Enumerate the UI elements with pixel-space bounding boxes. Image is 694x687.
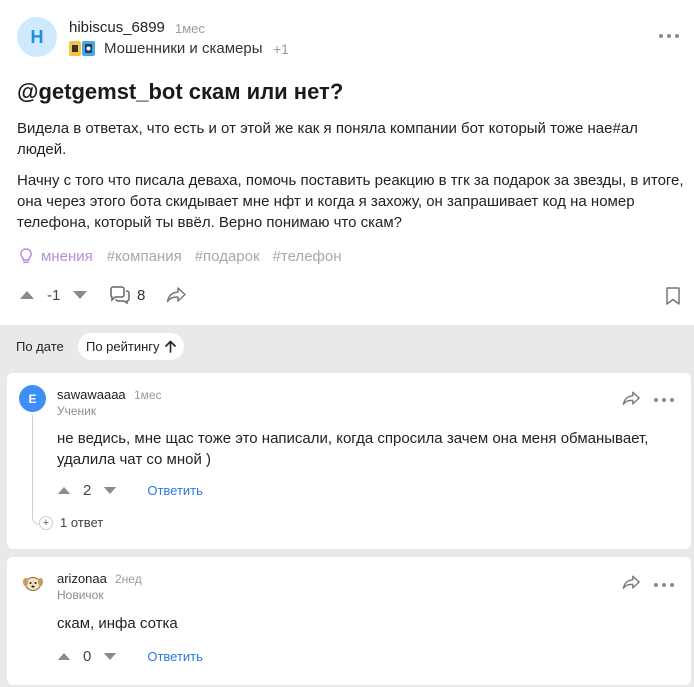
upvote-icon[interactable] [57, 652, 71, 661]
dog-avatar-icon[interactable] [22, 574, 44, 594]
reply-button[interactable]: Ответить [147, 483, 203, 498]
downvote-icon[interactable] [72, 290, 88, 300]
post-vote-bar: -1 [19, 284, 88, 306]
community-extra[interactable]: +1 [273, 41, 289, 57]
downvote-icon[interactable] [103, 652, 117, 661]
reply-button[interactable]: Ответить [147, 649, 203, 664]
comments-count: 8 [137, 286, 146, 304]
arrow-up-icon [164, 340, 176, 353]
share-icon[interactable] [166, 287, 186, 303]
post-vote-count: -1 [47, 286, 61, 304]
comment-card: E sawawaaaa 1мес Ученик не ведись, мне щ… [7, 373, 691, 549]
upvote-icon[interactable] [19, 290, 35, 300]
comment-vote-count: 2 [83, 481, 92, 499]
post-card: H hibiscus_6899 1мес Мошенники и скамеры… [0, 0, 694, 325]
more-options-icon[interactable] [659, 33, 679, 39]
sort-by-date[interactable]: По дате [8, 333, 72, 360]
tag-opinions[interactable]: мнения [17, 247, 93, 265]
replies-count: 1 ответ [60, 515, 104, 530]
comment-time: 1мес [134, 388, 162, 402]
post-paragraph: Видела в ответах, что есть и от этой же … [17, 120, 638, 158]
sort-by-date-label: По дате [16, 339, 64, 354]
tag-company[interactable]: #компания [107, 248, 182, 265]
commenter-username[interactable]: sawawaaaa [57, 387, 126, 402]
tag-label: мнения [41, 247, 93, 265]
tag-list: мнения #компания #подарок #телефон [17, 245, 355, 267]
plus-icon: + [39, 515, 53, 530]
comment-card: arizonaa 2нед Новичок скам, инфа сотка 0… [7, 557, 691, 685]
lightbulb-icon [20, 248, 32, 264]
bookmark-icon[interactable] [665, 287, 681, 305]
comments-button[interactable]: 8 [109, 284, 145, 306]
author-avatar[interactable]: H [17, 17, 57, 57]
comment-bubbles-icon [110, 286, 130, 304]
author-username[interactable]: hibiscus_6899 [69, 19, 165, 36]
more-options-icon[interactable] [654, 582, 674, 588]
commenter-rank: Ученик [57, 404, 97, 418]
thread-line [32, 415, 44, 525]
upvote-icon[interactable] [57, 486, 71, 495]
show-replies-button[interactable]: + 1 ответ [39, 515, 103, 530]
comment-sort-bar: По дате По рейтингу [0, 325, 694, 369]
post-paragraph: Начну с того что писала деваха, помочь п… [17, 172, 684, 231]
more-options-icon[interactable] [654, 397, 674, 403]
comment-vote-count: 0 [83, 647, 92, 665]
community-icon[interactable] [69, 40, 96, 57]
tag-phone[interactable]: #телефон [273, 248, 342, 265]
comment-text: не ведись, мне щас тоже это написали, ко… [57, 430, 649, 468]
commenter-avatar[interactable]: E [19, 385, 46, 412]
community-name[interactable]: Мошенники и скамеры [104, 40, 263, 57]
post-title[interactable]: @getgemst_bot скам или нет? [17, 79, 343, 105]
comment-vote-bar: 0 Ответить [57, 646, 203, 666]
comment-text: скам, инфа сотка [57, 615, 178, 632]
comment-vote-bar: 2 Ответить [57, 480, 203, 500]
share-icon[interactable] [622, 575, 640, 590]
tag-gift[interactable]: #подарок [195, 248, 260, 265]
post-time: 1мес [175, 21, 205, 36]
share-icon[interactable] [622, 391, 640, 406]
sort-by-rating-label: По рейтингу [86, 339, 160, 354]
commenter-username[interactable]: arizonaa [57, 571, 107, 586]
downvote-icon[interactable] [103, 486, 117, 495]
sort-by-rating[interactable]: По рейтингу [78, 333, 184, 360]
commenter-rank: Новичок [57, 588, 104, 602]
comment-time: 2нед [115, 572, 142, 586]
